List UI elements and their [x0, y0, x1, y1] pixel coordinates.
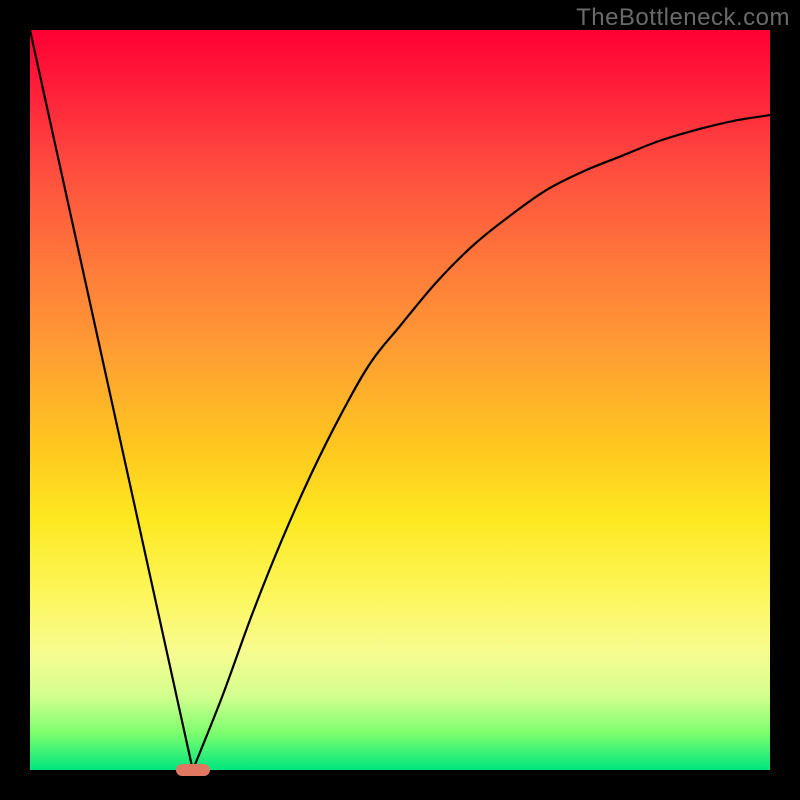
minimum-marker [176, 764, 210, 776]
chart-frame [30, 30, 770, 770]
chart-curve [30, 30, 770, 770]
watermark-text: TheBottleneck.com [576, 4, 790, 32]
